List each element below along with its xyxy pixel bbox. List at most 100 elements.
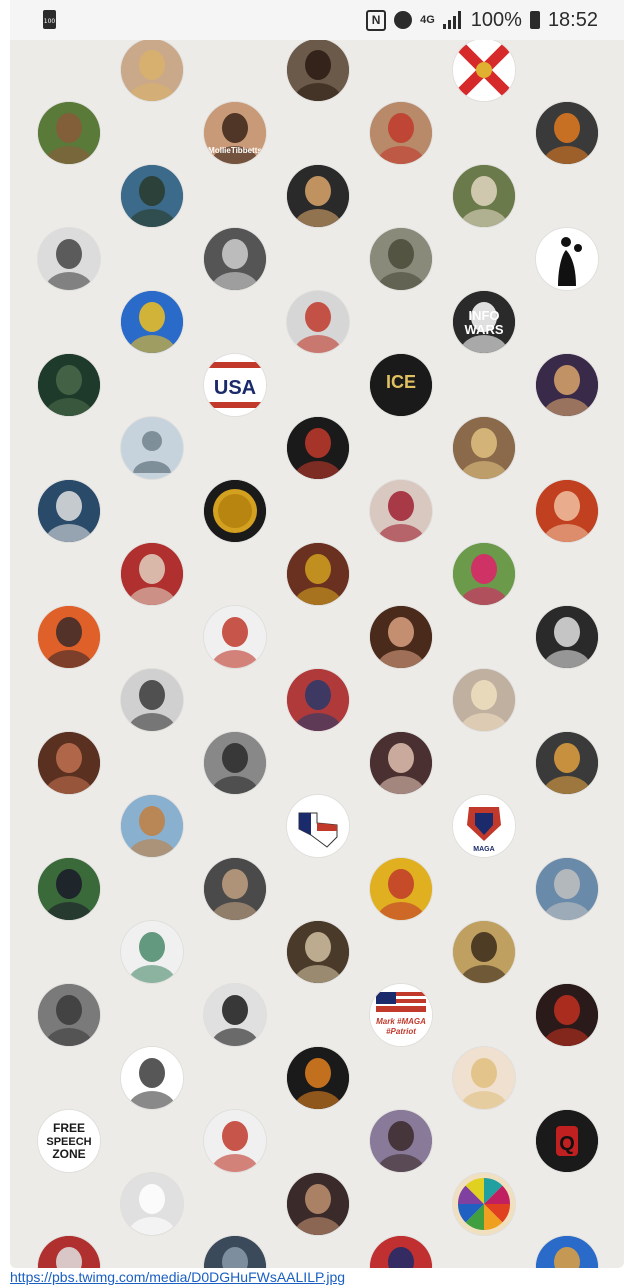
- avatar-photo-icon: [287, 669, 349, 731]
- avatar-cartoon-fox[interactable]: [536, 102, 598, 164]
- avatar-bw-soldier[interactable]: [38, 984, 100, 1046]
- avatar-trump-thumbs[interactable]: [204, 606, 266, 668]
- avatar-matrix-man[interactable]: [38, 354, 100, 416]
- avatar-grid: MollieTibbetts INFO WARS USA ICE MAGA Ma…: [10, 0, 624, 1268]
- avatar-bw-woman[interactable]: [38, 228, 100, 290]
- svg-text:Q: Q: [559, 1133, 575, 1155]
- avatar-liberty-statues[interactable]: [121, 921, 183, 983]
- avatar-usa[interactable]: USA: [204, 354, 266, 416]
- avatar-cross-flag[interactable]: [287, 543, 349, 605]
- avatar-woman-car[interactable]: [287, 1173, 349, 1235]
- avatar-free-speech-zone[interactable]: FREE SPEECH ZONE: [38, 1110, 100, 1172]
- avatar-photo-icon: [370, 732, 432, 794]
- avatar-gold-coin[interactable]: [204, 480, 266, 542]
- avatar-maga-lion[interactable]: MAGA: [453, 795, 515, 857]
- avatar-bw-actor[interactable]: [204, 984, 266, 1046]
- avatar-flag-man-sunglasses[interactable]: [287, 669, 349, 731]
- avatar-bottom-3[interactable]: [370, 1236, 432, 1268]
- avatar-bw-smiling-woman[interactable]: [536, 606, 598, 668]
- avatar-cowboy-hat-man[interactable]: [453, 165, 515, 227]
- avatar-sunglasses-man[interactable]: [204, 858, 266, 920]
- avatar-photo-icon: [38, 858, 100, 920]
- avatar-dark-hair-woman[interactable]: [287, 39, 349, 101]
- avatar-hat-woman[interactable]: [370, 102, 432, 164]
- avatar-glasses-woman[interactable]: [370, 732, 432, 794]
- avatar-assassin-logo[interactable]: [38, 480, 100, 542]
- avatar-photo-icon: [536, 480, 598, 542]
- avatar-trump-portrait[interactable]: [204, 1110, 266, 1172]
- avatar-bw-woman-2[interactable]: [204, 732, 266, 794]
- avatar-photo-icon: [121, 543, 183, 605]
- avatar-bottom-4[interactable]: [536, 1236, 598, 1268]
- avatar-q-logo[interactable]: Q: [536, 1110, 598, 1172]
- avatar-photo-icon: [121, 165, 183, 227]
- avatar-bw-portrait[interactable]: [121, 669, 183, 731]
- avatar-infowars[interactable]: INFO WARS: [453, 291, 515, 353]
- avatar-mark-maga-patriot[interactable]: Mark #MAGA #Patriot: [370, 984, 432, 1046]
- avatar-photo-icon: [287, 165, 349, 227]
- image-url-link[interactable]: https://pbs.twimg.com/media/D0DGHuFWsAAL…: [10, 1268, 345, 1286]
- avatar-lion-face-paint[interactable]: [536, 732, 598, 794]
- avatar-blonde-selfie[interactable]: [453, 417, 515, 479]
- avatar-sunset[interactable]: [38, 606, 100, 668]
- avatar-selfie-woman[interactable]: [370, 1110, 432, 1172]
- avatar-statue[interactable]: [121, 165, 183, 227]
- avatar-flowers-woman[interactable]: [453, 543, 515, 605]
- avatar-photo-icon: [536, 858, 598, 920]
- avatar-flag-heels[interactable]: [370, 480, 432, 542]
- avatar-photo-icon: [453, 921, 515, 983]
- avatar-white-rabbit[interactable]: [121, 1173, 183, 1235]
- avatar-photo-icon: [38, 1236, 100, 1268]
- avatar-vlad[interactable]: [536, 984, 598, 1046]
- avatar-default-user[interactable]: [121, 417, 183, 479]
- coin-icon: [204, 480, 266, 542]
- avatar-suit-man[interactable]: [287, 417, 349, 479]
- svg-text:USA: USA: [214, 377, 256, 399]
- avatar-motorcycle[interactable]: [38, 858, 100, 920]
- avatar-curly-hair-woman[interactable]: [38, 732, 100, 794]
- avatar-platinum-woman[interactable]: [453, 669, 515, 731]
- avatar-florida-flag[interactable]: [453, 39, 515, 101]
- avatar-cat[interactable]: [287, 921, 349, 983]
- avatar-leopard[interactable]: [453, 921, 515, 983]
- avatar-red-cap-man[interactable]: [287, 291, 349, 353]
- avatar-bw-boy[interactable]: [204, 228, 266, 290]
- avatar-photo-icon: [536, 606, 598, 668]
- avatar-cartoon-blonde[interactable]: [453, 1047, 515, 1109]
- avatar-photo-icon: [287, 291, 349, 353]
- avatar-bottom-1[interactable]: [38, 1236, 100, 1268]
- avatar-garden[interactable]: [38, 102, 100, 164]
- avatar-texas-flag[interactable]: [287, 795, 349, 857]
- avatar-photo-icon: [453, 417, 515, 479]
- avatar-photo-icon: [287, 921, 349, 983]
- avatar-color-wheel[interactable]: [453, 1173, 515, 1235]
- avatar-colorful-art[interactable]: [121, 291, 183, 353]
- avatar-flag-glasses-man[interactable]: [121, 543, 183, 605]
- avatar-flower-crown-woman[interactable]: [536, 354, 598, 416]
- avatar-soldier[interactable]: [370, 228, 432, 290]
- avatar-redhead-woman[interactable]: [287, 165, 349, 227]
- svg-text:#Patriot: #Patriot: [386, 1027, 416, 1036]
- phone-screen: MollieTibbetts INFO WARS USA ICE MAGA Ma…: [10, 0, 624, 1268]
- avatar-spartan[interactable]: [121, 1047, 183, 1109]
- texas-flag-icon: [287, 795, 349, 857]
- avatar-pumpkin[interactable]: [287, 1047, 349, 1109]
- avatar-red-dress-woman[interactable]: [536, 480, 598, 542]
- avatar-ice[interactable]: ICE: [370, 354, 432, 416]
- avatar-silhouette-child[interactable]: [536, 228, 598, 290]
- avatar-blonde-woman[interactable]: [121, 39, 183, 101]
- avatar-long-hair-woman[interactable]: [121, 795, 183, 857]
- nfc-icon: N: [366, 9, 387, 31]
- avatar-photo-icon: [287, 1047, 349, 1109]
- avatar-photo-icon: [370, 1110, 432, 1172]
- avatar-photo-icon: [121, 291, 183, 353]
- battery-notification-icon: 100: [43, 10, 56, 29]
- avatar-bottom-2[interactable]: [204, 1236, 266, 1268]
- avatar-mollie-tibbetts[interactable]: MollieTibbetts: [204, 102, 266, 164]
- battery-notification-label: 100: [43, 18, 56, 25]
- avatar-brunette-woman[interactable]: [370, 606, 432, 668]
- avatar-airport[interactable]: [536, 858, 598, 920]
- avatar-cartoon-red-cap[interactable]: [370, 858, 432, 920]
- alarm-icon: [394, 11, 413, 29]
- avatar-photo-icon: [38, 732, 100, 794]
